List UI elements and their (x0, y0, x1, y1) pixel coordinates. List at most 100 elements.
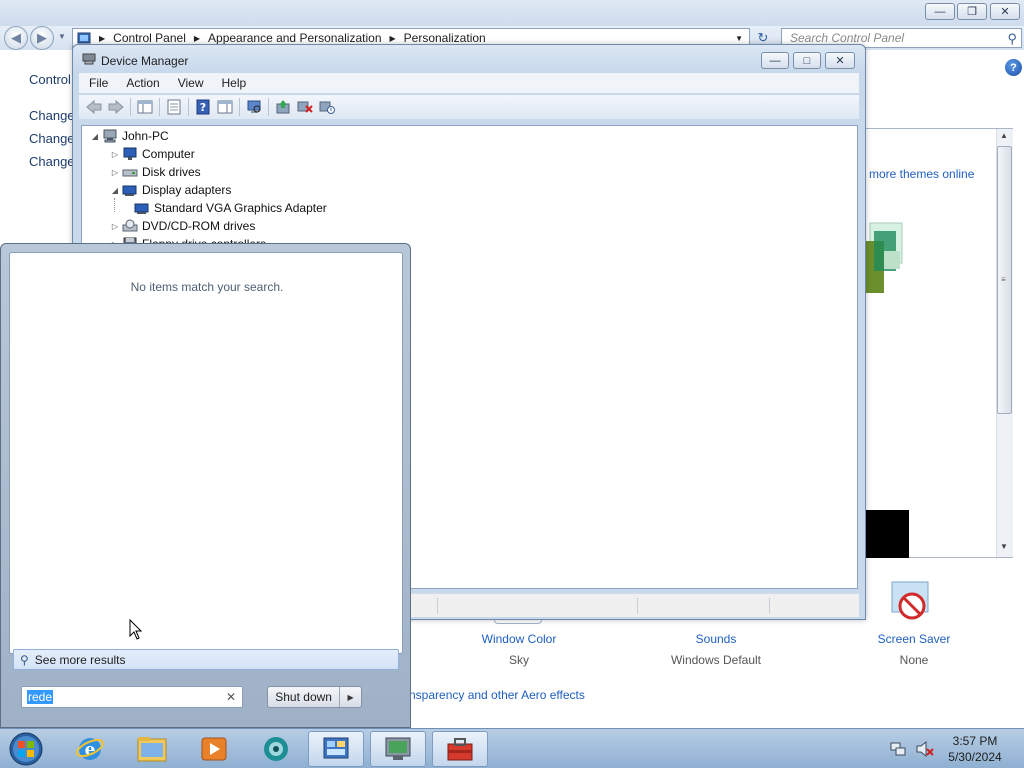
help-icon[interactable]: ? (1005, 59, 1022, 76)
forward-button[interactable]: ▶ (30, 26, 54, 50)
tree-label[interactable]: Disk drives (142, 165, 201, 179)
taskbar-media-player[interactable] (186, 731, 242, 767)
tree-node-computer[interactable]: ▷ Computer (110, 145, 195, 163)
more-themes-link[interactable]: more themes online (869, 167, 974, 181)
maximize-button[interactable]: □ (793, 52, 821, 69)
display-adapter-icon (134, 203, 149, 214)
menu-help[interactable]: Help (212, 76, 255, 90)
sounds-item[interactable]: Sounds Windows Default (660, 632, 772, 667)
forward-icon[interactable] (105, 97, 127, 117)
show-hide-console-tree-icon[interactable] (134, 97, 156, 117)
tree-label[interactable]: Display adapters (142, 183, 231, 197)
browser-icon (264, 737, 288, 761)
tree-node-disk-drives[interactable]: ▷ Disk drives (110, 163, 201, 181)
shut-down-label[interactable]: Shut down (268, 690, 339, 704)
window-color-link[interactable]: Window Color (467, 632, 571, 646)
tree-label[interactable]: Computer (142, 147, 195, 161)
scroll-down-icon[interactable]: ▼ (1000, 542, 1008, 551)
scroll-up-icon[interactable]: ▲ (1000, 131, 1008, 140)
taskbar-internet-explorer[interactable]: e (62, 731, 118, 767)
close-icon: ✕ (835, 55, 845, 67)
window-color-value: Sky (508, 653, 529, 667)
menu-action[interactable]: Action (116, 76, 167, 90)
device-manager-titlebar[interactable]: Device Manager — □ ✕ (73, 45, 865, 73)
close-button[interactable]: ✕ (825, 52, 855, 69)
see-more-results-button[interactable]: ⚲ See more results (13, 649, 399, 670)
screen-saver-link[interactable]: Screen Saver (866, 632, 962, 646)
help-icon[interactable]: ? (192, 97, 214, 117)
search-icon[interactable]: ⚲ (1007, 31, 1017, 47)
forward-arrow-icon: ▶ (37, 30, 47, 45)
breadcrumb-item[interactable]: Personalization (404, 31, 486, 45)
screen-saver-item[interactable]: Screen Saver None (866, 632, 962, 667)
clear-search-icon[interactable]: ✕ (226, 690, 236, 704)
start-search-input[interactable]: rede ✕ (21, 686, 243, 708)
close-button[interactable]: ✕ (990, 3, 1020, 20)
sounds-value: Windows Default (670, 653, 762, 667)
start-button[interactable] (4, 731, 48, 767)
monitor-icon (123, 147, 137, 160)
disable-device-icon[interactable] (316, 97, 338, 117)
restore-button[interactable]: ❐ (957, 3, 987, 20)
control-panel-icon (323, 737, 349, 759)
expand-icon[interactable]: ▷ (110, 150, 120, 159)
tree-label[interactable]: John-PC (122, 129, 169, 143)
search-icon: ⚲ (20, 652, 29, 667)
start-menu: No items match your search. ⚲ See more r… (0, 243, 411, 728)
tree-label[interactable]: DVD/CD-ROM drives (142, 219, 255, 233)
volume-muted-icon[interactable] (916, 741, 934, 757)
back-button[interactable]: ◀ (4, 26, 28, 50)
breadcrumb-item[interactable]: Control Panel (113, 31, 186, 45)
show-hide-action-pane-icon[interactable] (214, 97, 236, 117)
expand-icon[interactable]: ▷ (110, 222, 120, 231)
tree-node-dvd-cd-rom[interactable]: ▷ DVD/CD-ROM drives (110, 217, 255, 235)
shut-down-options-icon[interactable]: ▶ (339, 687, 361, 707)
uninstall-device-icon[interactable] (294, 97, 316, 117)
aero-effects-link[interactable]: nsparency and other Aero effects (409, 688, 585, 702)
address-dropdown-icon[interactable]: ▼ (735, 34, 743, 43)
minimize-button[interactable]: — (925, 3, 955, 20)
recent-pages-icon[interactable]: ▼ (58, 32, 66, 41)
taskbar-windows-explorer[interactable] (124, 731, 180, 767)
breadcrumb-item[interactable]: Appearance and Personalization (208, 31, 381, 45)
restore-icon: ❐ (967, 6, 977, 18)
minimize-icon: — (934, 5, 946, 18)
taskbar-toolbox[interactable] (432, 731, 488, 767)
taskbar-device-manager[interactable] (370, 731, 426, 767)
window-color-item[interactable]: Window Color Sky (467, 632, 571, 667)
minimize-button[interactable]: — (761, 52, 789, 69)
collapse-icon[interactable]: ◢ (110, 186, 120, 195)
scan-hardware-icon[interactable] (243, 97, 265, 117)
taskbar-control-panel[interactable] (308, 731, 364, 767)
search-placeholder: Search Control Panel (790, 31, 905, 45)
menu-file[interactable]: File (79, 76, 116, 90)
search-input-value[interactable]: rede (27, 690, 54, 704)
internet-explorer-icon: e (76, 738, 104, 760)
sidebar-link[interactable]: Control (29, 72, 71, 87)
tree-node-standard-vga[interactable]: Standard VGA Graphics Adapter (132, 199, 327, 217)
sidebar-link[interactable]: Change (29, 131, 75, 146)
sidebar-link[interactable]: Change (29, 154, 75, 169)
tree-line (114, 198, 115, 212)
tree-node-root[interactable]: ◢ John-PC (90, 127, 169, 145)
update-driver-icon[interactable] (272, 97, 294, 117)
network-icon[interactable] (890, 741, 906, 757)
sidebar-link[interactable]: Change (29, 108, 75, 123)
system-clock[interactable]: 3:57 PM 5/30/2024 (940, 733, 1010, 765)
expand-icon[interactable]: ▷ (110, 168, 120, 177)
shut-down-button[interactable]: Shut down ▶ (267, 686, 362, 708)
back-icon[interactable] (83, 97, 105, 117)
taskbar-browser[interactable] (248, 731, 304, 767)
menu-view[interactable]: View (168, 76, 212, 90)
display-adapter-icon (122, 185, 137, 196)
window-title: Device Manager (101, 54, 189, 68)
desktop-background-preview[interactable] (866, 510, 909, 558)
properties-icon[interactable] (163, 97, 185, 117)
tree-label[interactable]: Standard VGA Graphics Adapter (154, 201, 327, 215)
theme-preview-icon[interactable] (866, 221, 906, 297)
sounds-link[interactable]: Sounds (660, 632, 772, 646)
tree-node-display-adapters[interactable]: ◢ Display adapters (110, 181, 231, 199)
collapse-icon[interactable]: ◢ (90, 132, 100, 141)
disk-drive-icon (122, 169, 138, 177)
scrollbar-thumb[interactable]: ≡ (997, 146, 1012, 414)
